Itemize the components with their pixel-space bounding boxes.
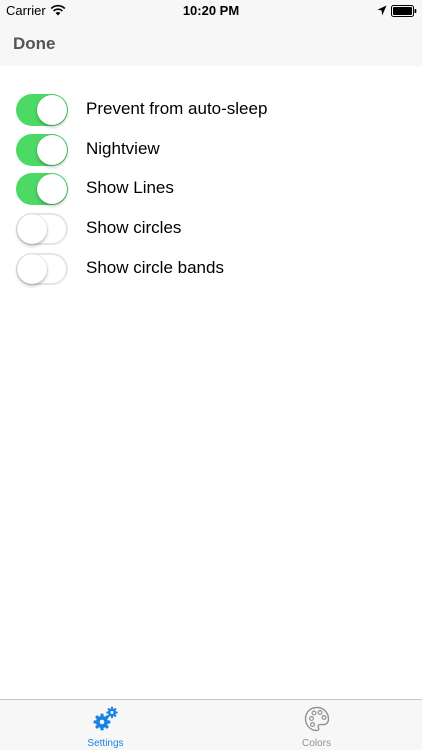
tab-settings[interactable]: Settings bbox=[0, 700, 211, 750]
setting-row-auto-sleep: Prevent from auto-sleep bbox=[0, 93, 422, 127]
toggle-knob bbox=[17, 214, 47, 244]
navigation-bar: Done bbox=[0, 22, 422, 66]
tab-colors[interactable]: Colors bbox=[211, 700, 422, 750]
nightview-label: Nightview bbox=[86, 139, 160, 158]
setting-row-show-circles: Show circles bbox=[0, 212, 422, 246]
tab-colors-label: Colors bbox=[302, 738, 331, 749]
done-button[interactable]: Done bbox=[13, 34, 56, 54]
show-circle-bands-toggle[interactable] bbox=[16, 253, 68, 285]
show-circles-toggle[interactable] bbox=[16, 213, 68, 245]
toggle-knob bbox=[17, 254, 47, 284]
show-circle-bands-label: Show circle bands bbox=[86, 258, 224, 277]
setting-row-nightview: Nightview bbox=[0, 133, 422, 167]
palette-icon bbox=[304, 706, 330, 732]
gears-icon bbox=[93, 706, 118, 731]
auto-sleep-label: Prevent from auto-sleep bbox=[86, 99, 268, 118]
battery-icon bbox=[391, 5, 417, 17]
location-arrow-icon bbox=[377, 5, 387, 16]
show-lines-label: Show Lines bbox=[86, 178, 174, 197]
toggle-knob bbox=[37, 95, 67, 125]
toggle-knob bbox=[37, 135, 67, 165]
auto-sleep-toggle[interactable] bbox=[16, 94, 68, 126]
show-circles-label: Show circles bbox=[86, 218, 182, 237]
nightview-toggle[interactable] bbox=[16, 134, 68, 166]
setting-row-show-lines: Show Lines bbox=[0, 172, 422, 206]
toggle-knob bbox=[37, 174, 67, 204]
tab-bar: Settings Colors bbox=[0, 699, 422, 750]
status-time: 10:20 PM bbox=[182, 3, 240, 18]
status-bar: Carrier 10:20 PM bbox=[0, 0, 422, 22]
show-lines-toggle[interactable] bbox=[16, 173, 68, 205]
setting-row-show-circle-bands: Show circle bands bbox=[0, 252, 422, 286]
tab-settings-label: Settings bbox=[87, 738, 124, 749]
